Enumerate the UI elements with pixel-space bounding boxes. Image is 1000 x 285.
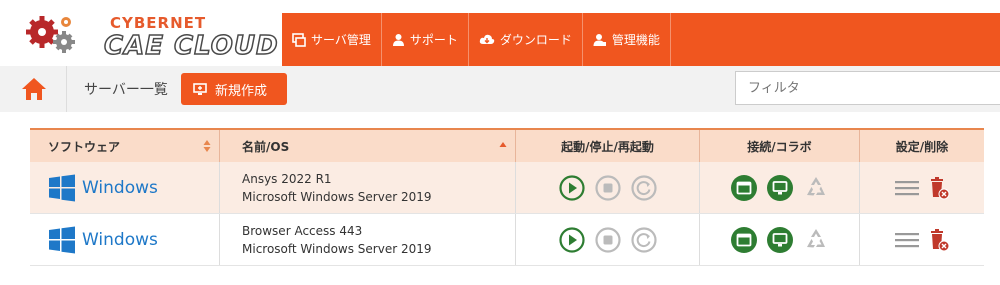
connect-cell (700, 162, 860, 213)
power-cell (516, 162, 700, 213)
support-person-icon (392, 33, 404, 46)
remote-desktop-icon[interactable] (766, 174, 794, 202)
settings-cell (860, 214, 984, 265)
top-header: CYBERNET CAE CLOUD サーバ管理 サポート ダウンロード 管理機… (0, 0, 1000, 66)
browser-connect-icon[interactable] (730, 226, 758, 254)
admin-user-icon (593, 33, 606, 46)
recycle-icon[interactable] (802, 174, 830, 202)
column-header-software[interactable]: ソフトウェア (30, 130, 220, 162)
restart-icon[interactable] (630, 226, 658, 254)
restart-icon[interactable] (630, 174, 658, 202)
software-name: Windows (82, 177, 158, 198)
column-header-settings: 設定/削除 (860, 130, 984, 162)
nav-item-download[interactable]: ダウンロード (469, 13, 583, 66)
gears-icon (26, 16, 75, 53)
server-table: ソフトウェア 名前/OS 起動/停止/再起動 接続/コラボ 設定/削除 Wind… (30, 128, 984, 266)
delete-icon[interactable] (928, 228, 950, 252)
new-server-button[interactable]: 新規作成 (181, 73, 287, 105)
breadcrumb: サーバー一覧 (84, 82, 168, 98)
remote-desktop-icon[interactable] (766, 226, 794, 254)
column-header-label: 設定/削除 (895, 139, 949, 154)
nav-item-support[interactable]: サポート (382, 13, 469, 66)
filter-input[interactable] (735, 71, 1000, 105)
software-cell: Windows (30, 162, 220, 213)
new-server-label: 新規作成 (215, 83, 268, 99)
nav-label: ダウンロード (499, 33, 572, 47)
sort-asc-icon[interactable] (499, 139, 507, 153)
cloud-download-icon (479, 34, 495, 44)
menu-icon[interactable] (894, 178, 920, 198)
brand-product: CAE CLOUD (103, 30, 279, 62)
browser-connect-icon[interactable] (730, 174, 758, 202)
start-icon[interactable] (558, 174, 586, 202)
stop-icon[interactable] (594, 174, 622, 202)
column-header-label: ソフトウェア (48, 139, 121, 154)
delete-icon[interactable] (928, 176, 950, 200)
recycle-icon[interactable] (802, 226, 830, 254)
name-os-cell: Browser Access 443 Microsoft Windows Ser… (220, 214, 516, 265)
nav-label: 管理機能 (611, 33, 660, 47)
connect-cell (700, 214, 860, 265)
server-os: Microsoft Windows Server 2019 (242, 241, 432, 256)
column-header-label: 名前/OS (242, 139, 290, 154)
software-name: Windows (82, 229, 158, 250)
toolbar: サーバー一覧 新規作成 (0, 66, 1000, 112)
table-header: ソフトウェア 名前/OS 起動/停止/再起動 接続/コラボ 設定/削除 (30, 128, 984, 162)
menu-icon[interactable] (894, 230, 920, 250)
stop-icon[interactable] (594, 226, 622, 254)
server-name: Browser Access 443 (242, 223, 363, 238)
nav-item-admin[interactable]: 管理機能 (583, 13, 671, 66)
nav-label: サーバ管理 (311, 33, 371, 47)
windows-logo-icon (49, 174, 75, 201)
column-header-label: 接続/コラボ (747, 139, 812, 154)
column-header-label: 起動/停止/再起動 (561, 139, 654, 154)
software-cell: Windows (30, 214, 220, 265)
brand-name: CYBERNET (110, 14, 207, 32)
name-os-cell: Ansys 2022 R1 Microsoft Windows Server 2… (220, 162, 516, 213)
monitor-icon (193, 82, 207, 95)
server-name: Ansys 2022 R1 (242, 171, 332, 186)
settings-cell (860, 162, 984, 213)
table-row: Windows Ansys 2022 R1 Microsoft Windows … (30, 162, 984, 214)
column-header-power: 起動/停止/再起動 (516, 130, 700, 162)
main-nav: サーバ管理 サポート ダウンロード 管理機能 (282, 13, 1000, 66)
nav-item-server-management[interactable]: サーバ管理 (282, 13, 382, 66)
toolbar-divider (66, 66, 67, 112)
home-icon[interactable] (20, 76, 48, 102)
server-os: Microsoft Windows Server 2019 (242, 189, 432, 204)
nav-label: サポート (409, 33, 458, 47)
column-header-name-os[interactable]: 名前/OS (220, 130, 516, 162)
power-cell (516, 214, 700, 265)
start-icon[interactable] (558, 226, 586, 254)
cae-cloud-logo[interactable]: CYBERNET CAE CLOUD (22, 10, 282, 62)
server-icon (292, 32, 306, 47)
windows-logo-icon (49, 226, 75, 253)
column-header-connect: 接続/コラボ (700, 130, 860, 162)
sort-both-icon[interactable] (203, 139, 211, 153)
table-row: Windows Browser Access 443 Microsoft Win… (30, 214, 984, 266)
